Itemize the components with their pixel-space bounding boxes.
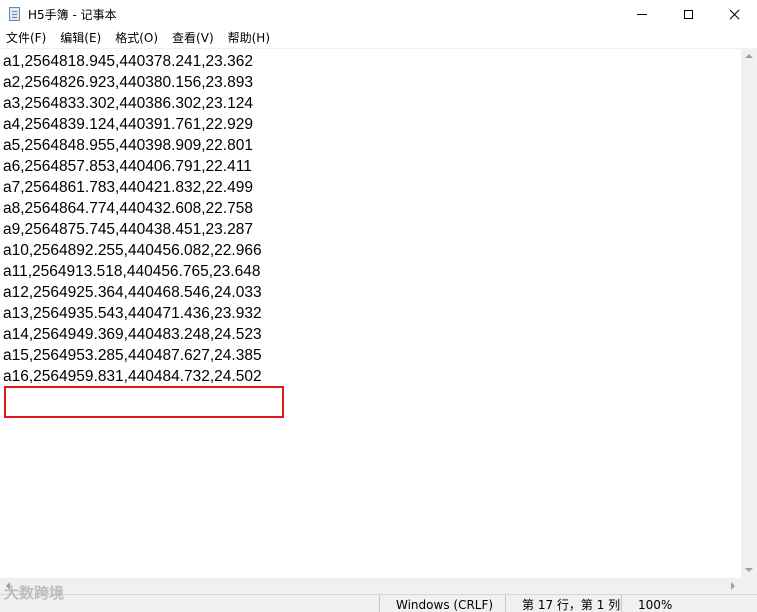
notepad-window: H5手簿 - 记事本 文件(F) 编辑(E) 格式(O) 查看(V) 帮助(H)… (0, 0, 757, 612)
vertical-scrollbar[interactable] (741, 48, 757, 578)
text-line: a10,2564892.255,440456.082,22.966 (3, 242, 262, 259)
text-line: a16,2564959.831,440484.732,24.502 (3, 368, 262, 385)
text-line: a13,2564935.543,440471.436,23.932 (3, 305, 262, 322)
menu-view[interactable]: 查看(V) (165, 29, 221, 48)
title-bar[interactable]: H5手簿 - 记事本 (0, 0, 757, 29)
close-button[interactable] (711, 0, 757, 29)
text-line: a8,2564864.774,440432.608,22.758 (3, 200, 253, 217)
horizontal-scrollbar[interactable] (0, 578, 741, 594)
scrollbar-corner (741, 578, 757, 594)
text-line: a11,2564913.518,440456.765,23.648 (3, 263, 261, 280)
status-cursor-position: 第 17 行，第 1 列 (505, 595, 621, 612)
maximize-button[interactable] (665, 0, 711, 29)
text-line: a12,2564925.364,440468.546,24.033 (3, 284, 262, 301)
text-line: a7,2564861.783,440421.832,22.499 (3, 179, 253, 196)
text-line: a9,2564875.745,440438.451,23.287 (3, 221, 253, 238)
scroll-down-icon[interactable] (745, 568, 753, 572)
maximize-icon (683, 10, 693, 19)
scroll-right-icon[interactable] (731, 582, 735, 590)
menu-edit[interactable]: 编辑(E) (53, 29, 108, 48)
menu-file[interactable]: 文件(F) (0, 29, 53, 48)
status-encoding: Windows (CRLF) (379, 595, 505, 612)
status-bar: Windows (CRLF) 第 17 行，第 1 列 100% (0, 594, 757, 612)
window-title: H5手簿 - 记事本 (28, 8, 117, 22)
text-editor[interactable]: a1,2564818.945,440378.241,23.362 a2,2564… (0, 48, 741, 578)
menu-format[interactable]: 格式(O) (108, 29, 165, 48)
menu-help[interactable]: 帮助(H) (221, 29, 277, 48)
text-line: a4,2564839.124,440391.761,22.929 (3, 116, 253, 133)
text-line: a14,2564949.369,440483.248,24.523 (3, 326, 262, 343)
minimize-icon (637, 14, 647, 15)
text-line: a6,2564857.853,440406.791,22.411 (3, 158, 252, 175)
text-line: a5,2564848.955,440398.909,22.801 (3, 137, 253, 154)
text-lines: a1,2564818.945,440378.241,23.362 a2,2564… (3, 51, 262, 387)
red-highlight-box (4, 386, 284, 418)
text-line: a1,2564818.945,440378.241,23.362 (3, 53, 253, 70)
text-line: a15,2564953.285,440487.627,24.385 (3, 347, 262, 364)
scroll-up-icon[interactable] (745, 54, 753, 58)
text-line: a2,2564826.923,440380.156,23.893 (3, 74, 253, 91)
close-icon (729, 9, 740, 20)
notepad-icon (9, 7, 20, 21)
status-zoom: 100% (621, 595, 757, 612)
menu-bar: 文件(F) 编辑(E) 格式(O) 查看(V) 帮助(H) (0, 29, 757, 48)
minimize-button[interactable] (619, 0, 665, 29)
watermark-logo: 大数跨境 (4, 584, 65, 602)
text-line: a3,2564833.302,440386.302,23.124 (3, 95, 253, 112)
